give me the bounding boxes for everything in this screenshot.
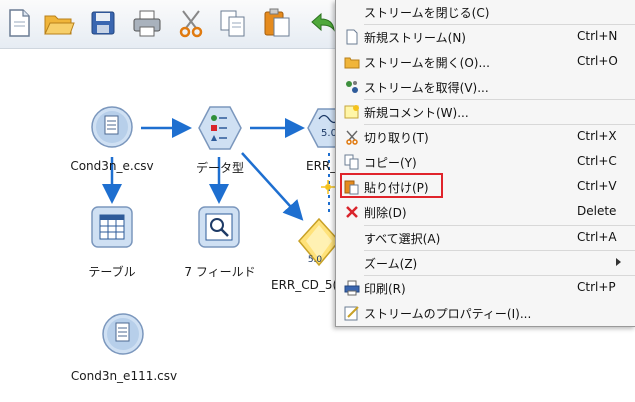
menu-item-label: ストリームを閉じる(C) — [364, 6, 490, 20]
paste-icon[interactable] — [260, 6, 294, 40]
menu-item-open-stream[interactable]: ストリームを開く(O)... Ctrl+O — [336, 50, 635, 74]
node-label: ERR_CD_5( — [271, 278, 338, 292]
menu-item-shortcut: Ctrl+O — [577, 54, 618, 68]
menu-item-close-stream[interactable]: ストリームを閉じる(C) — [336, 0, 635, 24]
menu-item-select-all[interactable]: すべて選択(A) Ctrl+A — [336, 226, 635, 250]
menu-item-stream-properties[interactable]: ストリームのプロパティー(I)... — [336, 301, 635, 325]
comment-icon — [344, 104, 360, 120]
link-type-to-nugget — [241, 152, 304, 221]
copy-icon — [344, 154, 360, 170]
cut-icon — [344, 129, 360, 145]
save-icon[interactable] — [86, 6, 120, 40]
menu-item-shortcut: Ctrl+X — [577, 129, 617, 143]
node-label: Cond3n_e111.csv — [70, 369, 178, 383]
menu-item-print[interactable]: 印刷(R) Ctrl+P — [336, 276, 635, 300]
menu-item-shortcut: Delete — [577, 204, 617, 218]
node-label: 7 フィールド — [184, 265, 256, 279]
menu-item-shortcut: Ctrl+N — [577, 29, 618, 43]
sparkle-icon — [321, 180, 335, 194]
open-folder-icon — [344, 54, 360, 70]
open-folder-icon[interactable] — [42, 6, 76, 40]
get-stream-icon — [344, 79, 360, 95]
menu-item-get-stream[interactable]: ストリームを取得(V)... — [336, 75, 635, 99]
cut-icon[interactable] — [174, 6, 208, 40]
source-node-csv[interactable] — [90, 105, 134, 149]
menu-item-label: 印刷(R) — [364, 282, 406, 296]
submenu-arrow-icon — [616, 258, 621, 266]
menu-item-label: 新規ストリーム(N) — [364, 31, 466, 45]
menu-item-new-comment[interactable]: 新規コメント(W)... — [336, 100, 635, 124]
menu-item-delete[interactable]: 削除(D) Delete — [336, 200, 635, 224]
copy-icon[interactable] — [216, 6, 250, 40]
paste-highlight-box — [340, 173, 443, 198]
delete-icon — [344, 204, 360, 220]
menu-item-label: コピー(Y) — [364, 156, 417, 170]
context-menu: ストリームを閉じる(C) 新規ストリーム(N) Ctrl+N ストリームを開く(… — [335, 0, 635, 327]
svg-text:5.0: 5.0 — [308, 255, 323, 265]
menu-item-copy[interactable]: コピー(Y) Ctrl+C — [336, 150, 635, 174]
menu-item-label: ストリームを開く(O)... — [364, 56, 490, 70]
menu-item-cut[interactable]: 切り取り(T) Ctrl+X — [336, 125, 635, 149]
menu-item-label: 新規コメント(W)... — [364, 106, 469, 120]
type-node[interactable] — [197, 105, 243, 151]
node-label: Cond3n_e.csv — [70, 159, 154, 173]
undo-icon[interactable] — [305, 6, 339, 40]
menu-item-label: ストリームのプロパティー(I)... — [364, 307, 532, 321]
menu-item-label: ストリームを取得(V)... — [364, 81, 489, 95]
fields-output-node[interactable] — [198, 206, 240, 248]
table-node[interactable] — [91, 206, 133, 248]
print-icon — [344, 280, 360, 296]
print-icon[interactable] — [130, 6, 164, 40]
node-label: データ型 — [195, 161, 245, 175]
new-stream-icon — [344, 29, 360, 45]
menu-item-zoom[interactable]: ズーム(Z) — [336, 251, 635, 275]
new-document-icon[interactable] — [2, 6, 36, 40]
menu-item-label: 削除(D) — [364, 206, 407, 220]
node-label: テーブル — [88, 265, 136, 279]
menu-item-new-stream[interactable]: 新規ストリーム(N) Ctrl+N — [336, 25, 635, 49]
menu-item-label: 切り取り(T) — [364, 131, 429, 145]
menu-item-shortcut: Ctrl+A — [577, 230, 617, 244]
menu-item-shortcut: Ctrl+V — [577, 179, 617, 193]
menu-item-label: ズーム(Z) — [364, 257, 418, 271]
menu-item-shortcut: Ctrl+P — [577, 280, 616, 294]
menu-item-shortcut: Ctrl+C — [577, 154, 617, 168]
source-node-csv-2[interactable] — [101, 312, 145, 356]
properties-icon — [344, 305, 360, 321]
menu-item-label: すべて選択(A) — [364, 232, 441, 246]
